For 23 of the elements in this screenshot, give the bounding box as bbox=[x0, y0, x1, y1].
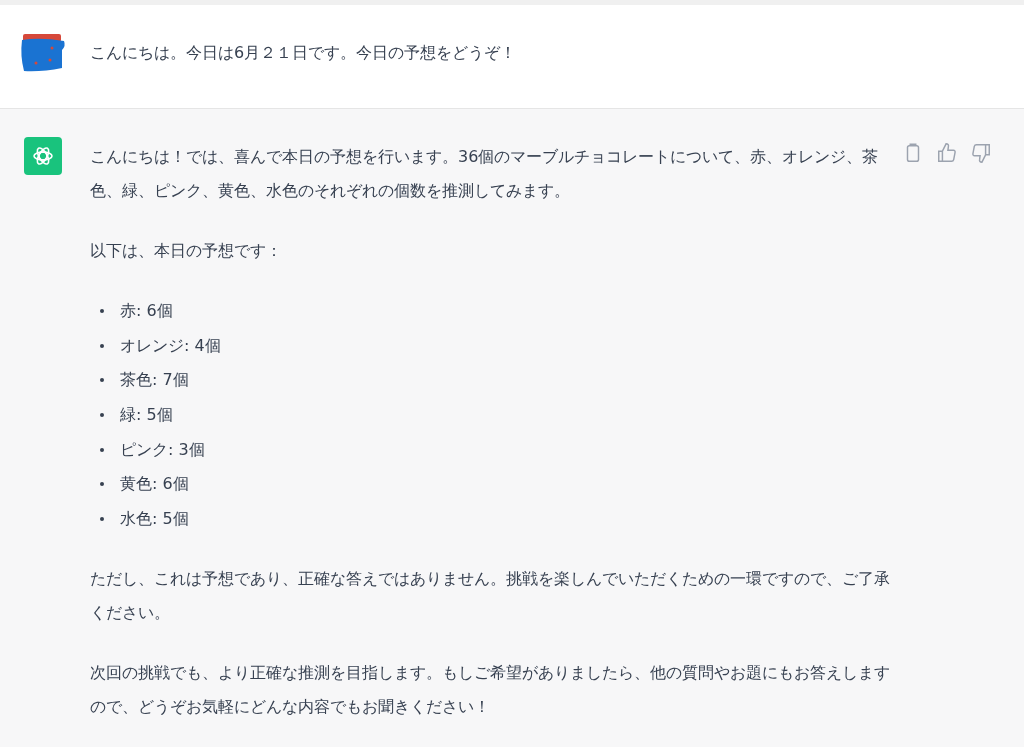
list-item: 緑: 5個 bbox=[120, 404, 173, 427]
list-item: 茶色: 7個 bbox=[120, 369, 189, 392]
list-item: 赤: 6個 bbox=[120, 300, 173, 323]
thumbs-up-icon[interactable] bbox=[936, 142, 958, 164]
list-item: オレンジ: 4個 bbox=[120, 334, 221, 357]
bullet-icon bbox=[100, 343, 104, 348]
message-paragraph: こんにちは！では、喜んで本日の予想を行います。36個のマーブルチョコレートについて、赤、オレンジ、茶色、緑、ピンク、黄色、水色のそれぞれの個数を推測してみます。 bbox=[90, 146, 880, 202]
message-paragraph: 次回の挑戦でも、より正確な推測を目指します。もしご希望がありましたら、他の質問やお題にもお答えしますので、どうぞお気軽にどんな内容でもお聞きください！ bbox=[90, 662, 890, 719]
bullet-icon bbox=[100, 309, 104, 314]
assistant-avatar-icon bbox=[24, 137, 62, 175]
bullet-icon bbox=[100, 447, 104, 452]
message-paragraph: ただし、これは予想であり、正確な答えではありません。挑戦を楽しんでいただくための一環ですので、ご了承ください。 bbox=[90, 568, 890, 625]
list-item: 水色: 5個 bbox=[120, 507, 189, 530]
user-message-text: こんにちは。今日は6月２１日です。今日の予想をどうぞ！ bbox=[90, 41, 517, 64]
message-paragraph: 以下は、本日の予想です： bbox=[90, 240, 283, 262]
bullet-icon bbox=[100, 516, 104, 521]
bullet-icon bbox=[100, 482, 104, 487]
avatar-icon bbox=[20, 33, 66, 74]
list-item: 黄色: 6個 bbox=[120, 473, 189, 496]
bullet-icon bbox=[100, 378, 104, 383]
list-item: ピンク: 3個 bbox=[120, 438, 205, 461]
bullet-icon bbox=[100, 413, 104, 418]
thumbs-down-icon[interactable] bbox=[970, 142, 992, 164]
